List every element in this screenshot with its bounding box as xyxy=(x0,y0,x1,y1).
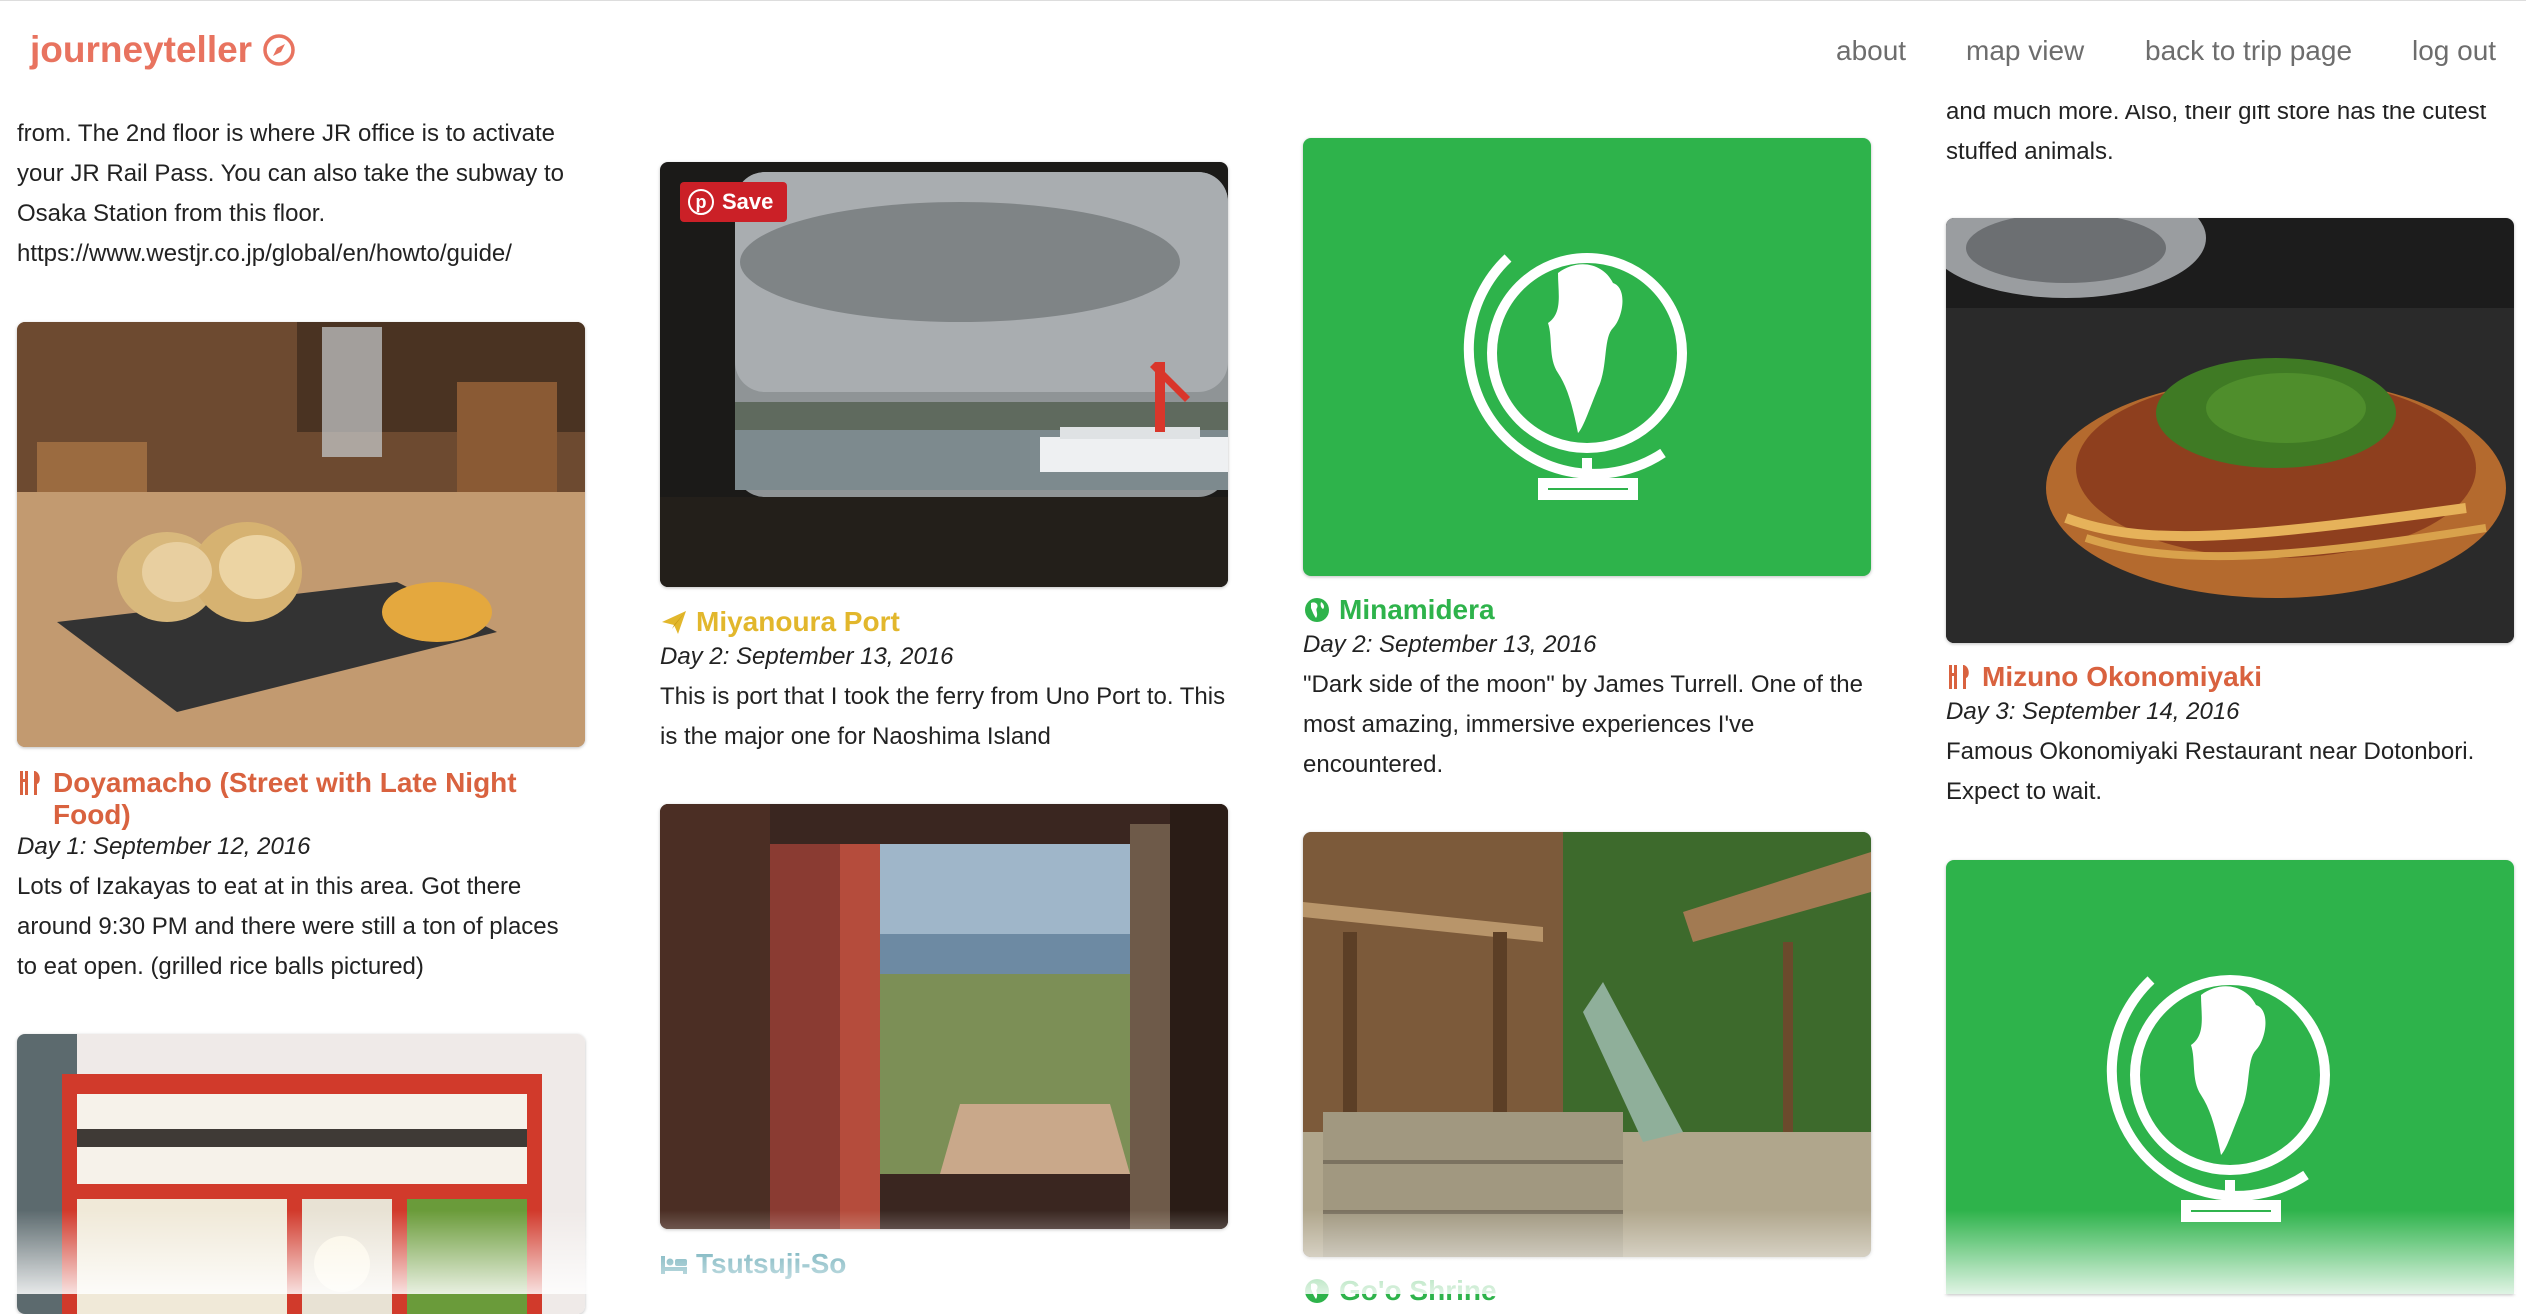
brand-logo[interactable]: journeyteller xyxy=(30,29,296,71)
globe-icon xyxy=(1463,253,1687,500)
card-title-doyamacho[interactable]: Doyamacho (Street with Late Night Food) xyxy=(17,767,585,831)
nav-back-to-trip[interactable]: back to trip page xyxy=(2145,35,2352,67)
card-description: "Dark side of the moon" by James Turrell… xyxy=(1303,671,1863,778)
card-description-line: from. The 2nd floor is where JR office i… xyxy=(17,120,556,147)
card-date: Day 3: September 14, 2016 xyxy=(1946,698,2240,725)
save-label: Save xyxy=(722,189,774,214)
photo-miyanoura-port[interactable]: p Save xyxy=(660,162,1228,587)
card-title-tsutsuji-so[interactable]: Tsutsuji-So xyxy=(660,1248,1228,1280)
photo-grilled-rice-balls[interactable] xyxy=(17,322,585,747)
placeholder-globe-image[interactable] xyxy=(1946,860,2514,1294)
card-description: Lots of Izakayas to eat at in this area.… xyxy=(17,873,559,980)
card-description-line: your JR Rail Pass. You can also take the… xyxy=(17,160,564,187)
globe-icon xyxy=(1305,598,1329,622)
card-title-goo-shrine[interactable]: Go'o Shrine xyxy=(1303,1275,1871,1307)
restaurant-icon xyxy=(20,771,40,795)
column-1-top-text: from. The 2nd floor is where JR office i… xyxy=(17,114,585,274)
card-title-miyanoura-port[interactable]: Miyanoura Port xyxy=(660,606,1228,638)
paper-plane-icon xyxy=(662,611,686,634)
pinterest-icon: p xyxy=(688,189,714,215)
card-date: Day 2: September 13, 2016 xyxy=(660,643,954,670)
rice-balls-image xyxy=(17,322,585,747)
okonomiyaki-image xyxy=(1946,218,2514,643)
yurt-doorway-image xyxy=(660,804,1228,1229)
nav-about[interactable]: about xyxy=(1836,35,1906,67)
top-navbar: journeyteller about map view back to tri… xyxy=(0,0,2526,105)
bed-icon xyxy=(661,1256,687,1274)
nav-map-view[interactable]: map view xyxy=(1966,35,2084,67)
globe-icon xyxy=(2106,975,2330,1222)
shrine-image xyxy=(1303,832,1871,1257)
card-date: Day 2: September 13, 2016 xyxy=(1303,631,1597,658)
photo-bento-box[interactable] xyxy=(17,1034,585,1314)
card-title-minamidera[interactable]: Minamidera xyxy=(1303,594,1871,626)
nav-log-out[interactable]: log out xyxy=(2412,35,2496,67)
restaurant-icon xyxy=(1949,665,1969,689)
globe-icon xyxy=(1305,1279,1329,1303)
compass-icon xyxy=(263,34,295,66)
card-description: This is port that I took the ferry from … xyxy=(660,683,1226,750)
card-link-text[interactable]: https://www.westjr.co.jp/global/en/howto… xyxy=(17,234,585,274)
bento-box-image xyxy=(17,1034,585,1314)
photo-goo-shrine[interactable] xyxy=(1303,832,1871,1257)
photo-tsutsuji-so[interactable] xyxy=(660,804,1228,1229)
placeholder-globe-image[interactable] xyxy=(1303,138,1871,576)
card-title-mizuno-okonomiyaki[interactable]: Mizuno Okonomiyaki xyxy=(1946,661,2514,693)
brand-name: journeyteller xyxy=(30,29,253,70)
card-description-line: stuffed animals. xyxy=(1946,138,2114,165)
pinterest-save-button[interactable]: p Save xyxy=(680,182,788,222)
ferry-window-image xyxy=(660,162,1228,587)
photo-mizuno-okonomiyaki[interactable] xyxy=(1946,218,2514,643)
card-description: Famous Okonomiyaki Restaurant near Doton… xyxy=(1946,738,2475,805)
card-date: Day 1: September 12, 2016 xyxy=(17,833,311,860)
card-description-line: Osaka Station from this floor. xyxy=(17,200,326,227)
